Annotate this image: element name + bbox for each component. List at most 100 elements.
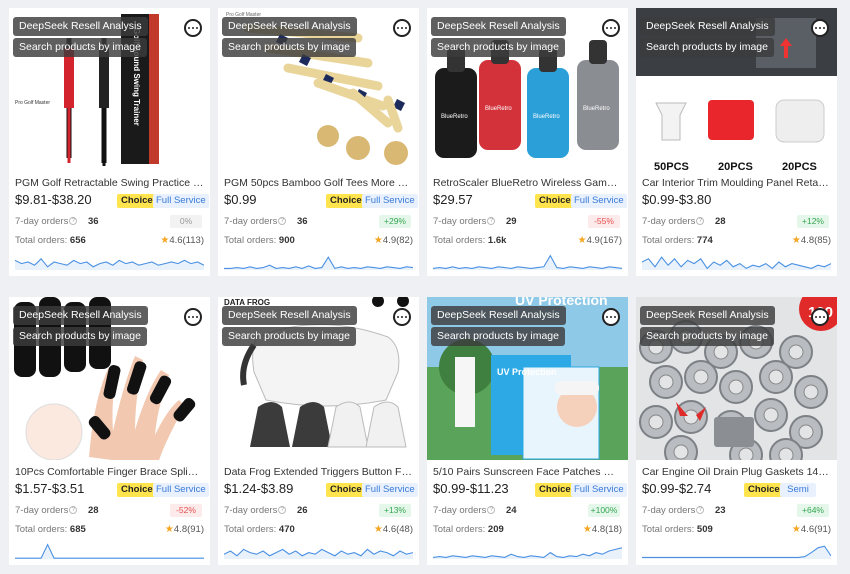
- product-title[interactable]: PGM Golf Retractable Swing Practice Stic…: [15, 177, 204, 189]
- order-change-badge: +29%: [379, 215, 411, 228]
- svg-text:APPIC: APPIC: [547, 361, 566, 367]
- product-grid: Golf Sound Swing Trainer Pro Golf Master…: [0, 0, 850, 574]
- product-card[interactable]: BlueRetro BlueRetro BlueRetro BlueRetro Dee…: [427, 8, 628, 276]
- service-badge: Full Service: [153, 194, 209, 208]
- product-image[interactable]: 50PCS 20PCS 20PCS DeepSeek Resell Analys…: [636, 8, 837, 171]
- order-change-badge: +64%: [797, 504, 829, 517]
- help-icon[interactable]: ?: [487, 506, 496, 515]
- product-card[interactable]: Golf Sound Swing Trainer Pro Golf Master…: [9, 8, 210, 276]
- total-orders-value: 900: [278, 235, 295, 246]
- more-options-icon[interactable]: [602, 19, 620, 37]
- seven-day-orders-value: 36: [88, 216, 99, 227]
- product-title[interactable]: Car Interior Trim Moulding Panel Retaine…: [642, 177, 831, 189]
- more-options-icon[interactable]: [184, 308, 202, 326]
- help-icon[interactable]: ?: [69, 217, 78, 226]
- search-by-image-button[interactable]: Search products by image: [640, 327, 774, 346]
- svg-text:BlueRetro: BlueRetro: [583, 106, 610, 112]
- help-icon[interactable]: ?: [69, 506, 78, 515]
- choice-badge: Choice: [326, 483, 366, 497]
- service-badge: Full Service: [153, 483, 209, 497]
- product-card[interactable]: Pro Golf Master DeepSeek Resell Analysis…: [218, 8, 419, 276]
- product-image[interactable]: DATA FROG DeepSeek Resell Analysis Searc…: [218, 297, 419, 460]
- rating: ★4.9(82): [374, 235, 413, 246]
- product-title[interactable]: Data Frog Extended Triggers Button For P…: [224, 466, 413, 478]
- help-icon[interactable]: ?: [487, 217, 496, 226]
- svg-text:50PCS: 50PCS: [654, 161, 689, 171]
- help-icon[interactable]: ?: [696, 217, 705, 226]
- product-card[interactable]: UV Protection UV Protection APPIC DeepSe…: [427, 297, 628, 565]
- more-options-icon[interactable]: [811, 19, 829, 37]
- seven-day-orders-value: 26: [297, 505, 308, 516]
- product-title[interactable]: 5/10 Pairs Sunscreen Face Patches Golf S…: [433, 466, 622, 478]
- more-options-icon[interactable]: [393, 308, 411, 326]
- service-badge: Semi: [780, 483, 816, 497]
- total-orders-value: 209: [487, 524, 504, 535]
- product-card[interactable]: DeepSeek Resell Analysis Search products…: [9, 297, 210, 565]
- search-by-image-button[interactable]: Search products by image: [13, 38, 147, 57]
- star-icon: ★: [791, 235, 801, 246]
- order-change-badge: +12%: [797, 215, 829, 228]
- more-options-icon[interactable]: [602, 308, 620, 326]
- product-title[interactable]: 10Pcs Comfortable Finger Brace Splint Sl…: [15, 466, 204, 478]
- service-badge: Full Service: [362, 194, 418, 208]
- product-image[interactable]: DeepSeek Resell Analysis Search products…: [9, 297, 210, 460]
- choice-badge: Choice: [535, 483, 575, 497]
- product-title[interactable]: RetroScaler BlueRetro Wireless Game Cont…: [433, 177, 622, 189]
- help-icon[interactable]: ?: [278, 506, 287, 515]
- search-by-image-button[interactable]: Search products by image: [640, 38, 774, 57]
- search-by-image-button[interactable]: Search products by image: [13, 327, 147, 346]
- product-card[interactable]: DATA FROG DeepSeek Resell Analysis Searc…: [218, 297, 419, 565]
- total-orders-value: 470: [278, 524, 295, 535]
- service-badge: Full Service: [571, 483, 627, 497]
- product-card[interactable]: 50PCS 20PCS 20PCS DeepSeek Resell Analys…: [636, 8, 837, 276]
- star-icon: ★: [160, 235, 170, 246]
- rating: ★4.6(113): [160, 235, 204, 246]
- total-orders-value: 1.6k: [487, 235, 507, 246]
- resell-analysis-button[interactable]: DeepSeek Resell Analysis: [13, 17, 148, 36]
- seven-day-orders-label: 7-day orders?: [224, 216, 290, 227]
- svg-text:BlueRetro: BlueRetro: [441, 114, 468, 120]
- sales-trend-sparkline: [224, 548, 413, 559]
- seven-day-orders-label: 7-day orders?: [433, 216, 499, 227]
- product-image[interactable]: BlueRetro BlueRetro BlueRetro BlueRetro Dee…: [427, 8, 628, 171]
- seven-day-orders-value: 36: [297, 216, 308, 227]
- search-by-image-button[interactable]: Search products by image: [222, 327, 356, 346]
- resell-analysis-button[interactable]: DeepSeek Resell Analysis: [640, 17, 775, 36]
- total-orders-value: 774: [696, 235, 713, 246]
- search-by-image-button[interactable]: Search products by image: [222, 38, 356, 57]
- product-price: $29.57: [433, 192, 473, 207]
- more-options-icon[interactable]: [393, 19, 411, 37]
- product-image[interactable]: Golf Sound Swing Trainer Pro Golf Master…: [9, 8, 210, 171]
- search-by-image-button[interactable]: Search products by image: [431, 38, 565, 57]
- product-card[interactable]: 100 DeepSeek Resell Analysis Search prod…: [636, 297, 837, 565]
- total-orders: Total orders: 900: [224, 235, 295, 246]
- help-icon[interactable]: ?: [278, 217, 287, 226]
- svg-text:UV Protection: UV Protection: [497, 367, 557, 377]
- rating: ★4.9(167): [578, 235, 622, 246]
- svg-text:20PCS: 20PCS: [718, 161, 753, 171]
- order-change-badge: +100%: [588, 504, 620, 517]
- product-image[interactable]: Pro Golf Master DeepSeek Resell Analysis…: [218, 8, 419, 171]
- help-icon[interactable]: ?: [696, 506, 705, 515]
- resell-analysis-button[interactable]: DeepSeek Resell Analysis: [222, 17, 357, 36]
- product-image[interactable]: UV Protection UV Protection APPIC DeepSe…: [427, 297, 628, 460]
- resell-analysis-button[interactable]: DeepSeek Resell Analysis: [431, 306, 566, 325]
- search-by-image-button[interactable]: Search products by image: [431, 327, 565, 346]
- more-options-icon[interactable]: [184, 19, 202, 37]
- product-image[interactable]: 100 DeepSeek Resell Analysis Search prod…: [636, 297, 837, 460]
- star-icon: ★: [582, 524, 592, 535]
- seven-day-orders-label: 7-day orders?: [642, 216, 708, 227]
- more-options-icon[interactable]: [811, 308, 829, 326]
- resell-analysis-button[interactable]: DeepSeek Resell Analysis: [640, 306, 775, 325]
- product-price: $1.57-$3.51: [15, 481, 85, 496]
- sales-trend-sparkline: [433, 254, 622, 270]
- sales-trend-sparkline: [15, 257, 204, 270]
- resell-analysis-button[interactable]: DeepSeek Resell Analysis: [13, 306, 148, 325]
- star-icon: ★: [373, 524, 383, 535]
- total-orders: Total orders: 470: [224, 524, 295, 535]
- product-title[interactable]: Car Engine Oil Drain Plug Gaskets 14MM f…: [642, 466, 831, 478]
- product-title[interactable]: PGM 50pcs Bamboo Golf Tees More Durable.…: [224, 177, 413, 189]
- resell-analysis-button[interactable]: DeepSeek Resell Analysis: [431, 17, 566, 36]
- rating: ★4.8(85): [792, 235, 831, 246]
- resell-analysis-button[interactable]: DeepSeek Resell Analysis: [222, 306, 357, 325]
